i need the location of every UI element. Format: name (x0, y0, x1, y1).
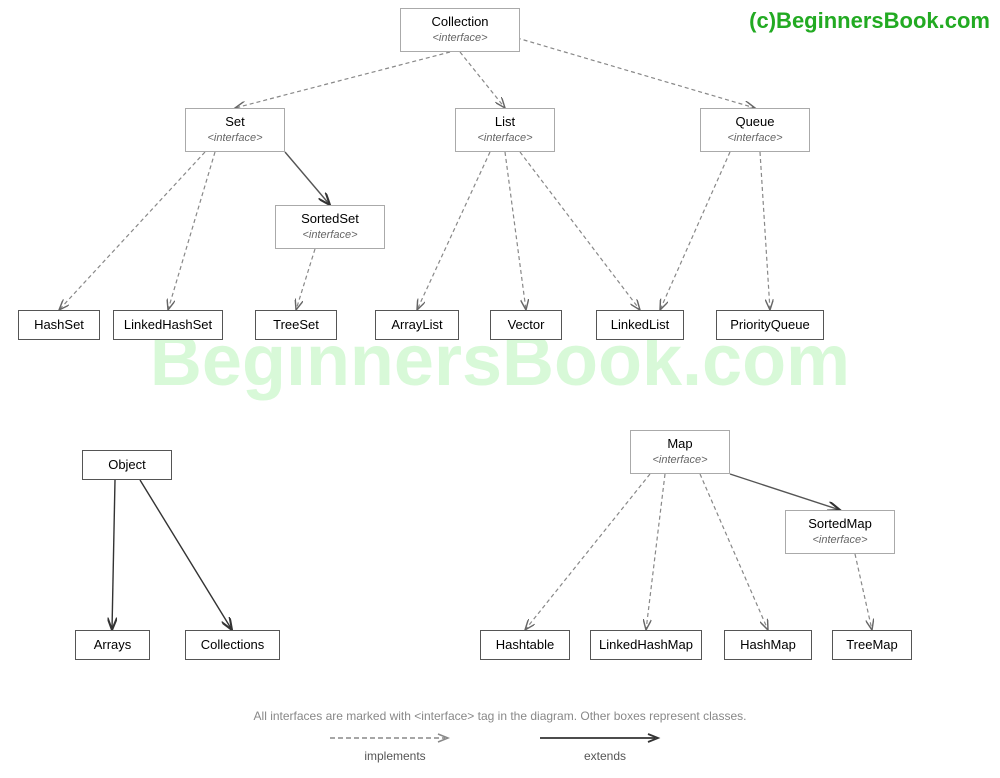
node-label-map: <interface> (652, 453, 707, 467)
node-queue: Queue<interface> (700, 108, 810, 152)
legend-extends: extends (540, 729, 670, 763)
extends-line-icon (540, 729, 670, 747)
node-hashset: HashSet (18, 310, 100, 340)
node-label-linkedhashmap: LinkedHashMap (599, 630, 693, 660)
node-map: Map<interface> (630, 430, 730, 474)
node-label-vector: Vector (508, 310, 545, 340)
node-arraylist: ArrayList (375, 310, 459, 340)
node-label-treemap: TreeMap (846, 630, 898, 660)
node-label-queue: <interface> (727, 131, 782, 145)
node-label-arraylist: ArrayList (391, 310, 442, 340)
node-label-collection: <interface> (432, 31, 487, 45)
node-treemap: TreeMap (832, 630, 912, 660)
node-label-hashtable: Hashtable (496, 630, 555, 660)
node-label-sortedmap: <interface> (812, 533, 867, 547)
node-label-hashmap: HashMap (740, 630, 796, 660)
node-label-list: List (495, 114, 515, 131)
node-vector: Vector (490, 310, 562, 340)
node-sortedset: SortedSet<interface> (275, 205, 385, 249)
node-treeset: TreeSet (255, 310, 337, 340)
node-collections: Collections (185, 630, 280, 660)
node-linkedlist: LinkedList (596, 310, 684, 340)
node-label-linkedhashset: LinkedHashSet (124, 310, 212, 340)
node-label-object: Object (108, 450, 146, 480)
node-label-set: <interface> (207, 131, 262, 145)
node-label-sortedset: <interface> (302, 228, 357, 242)
implements-label: implements (364, 749, 425, 763)
implements-line-icon (330, 729, 460, 747)
node-label-queue: Queue (735, 114, 774, 131)
node-hashtable: Hashtable (480, 630, 570, 660)
diagram-container: (c)BeginnersBook.com BeginnersBook.com (0, 0, 1000, 778)
node-list: List<interface> (455, 108, 555, 152)
node-label-treeset: TreeSet (273, 310, 319, 340)
extends-label: extends (584, 749, 626, 763)
footer-text: All interfaces are marked with <interfac… (254, 709, 747, 723)
node-collection: Collection<interface> (400, 8, 520, 52)
node-label-collections: Collections (201, 630, 265, 660)
brand-label: (c)BeginnersBook.com (749, 8, 990, 34)
node-label-priorityqueue: PriorityQueue (730, 310, 809, 340)
node-label-list: <interface> (477, 131, 532, 145)
node-priorityqueue: PriorityQueue (716, 310, 824, 340)
node-sortedmap: SortedMap<interface> (785, 510, 895, 554)
node-label-collection: Collection (431, 14, 488, 31)
node-hashmap: HashMap (724, 630, 812, 660)
legend-implements: implements (330, 729, 460, 763)
node-label-arrays: Arrays (94, 630, 132, 660)
node-arrays: Arrays (75, 630, 150, 660)
node-object: Object (82, 450, 172, 480)
node-linkedhashset: LinkedHashSet (113, 310, 223, 340)
node-label-set: Set (225, 114, 245, 131)
legend: implements extends (330, 729, 670, 763)
node-label-hashset: HashSet (34, 310, 84, 340)
node-linkedhashmap: LinkedHashMap (590, 630, 702, 660)
node-label-map: Map (667, 436, 692, 453)
node-label-sortedset: SortedSet (301, 211, 359, 228)
node-label-sortedmap: SortedMap (808, 516, 872, 533)
node-label-linkedlist: LinkedList (611, 310, 670, 340)
node-set: Set<interface> (185, 108, 285, 152)
